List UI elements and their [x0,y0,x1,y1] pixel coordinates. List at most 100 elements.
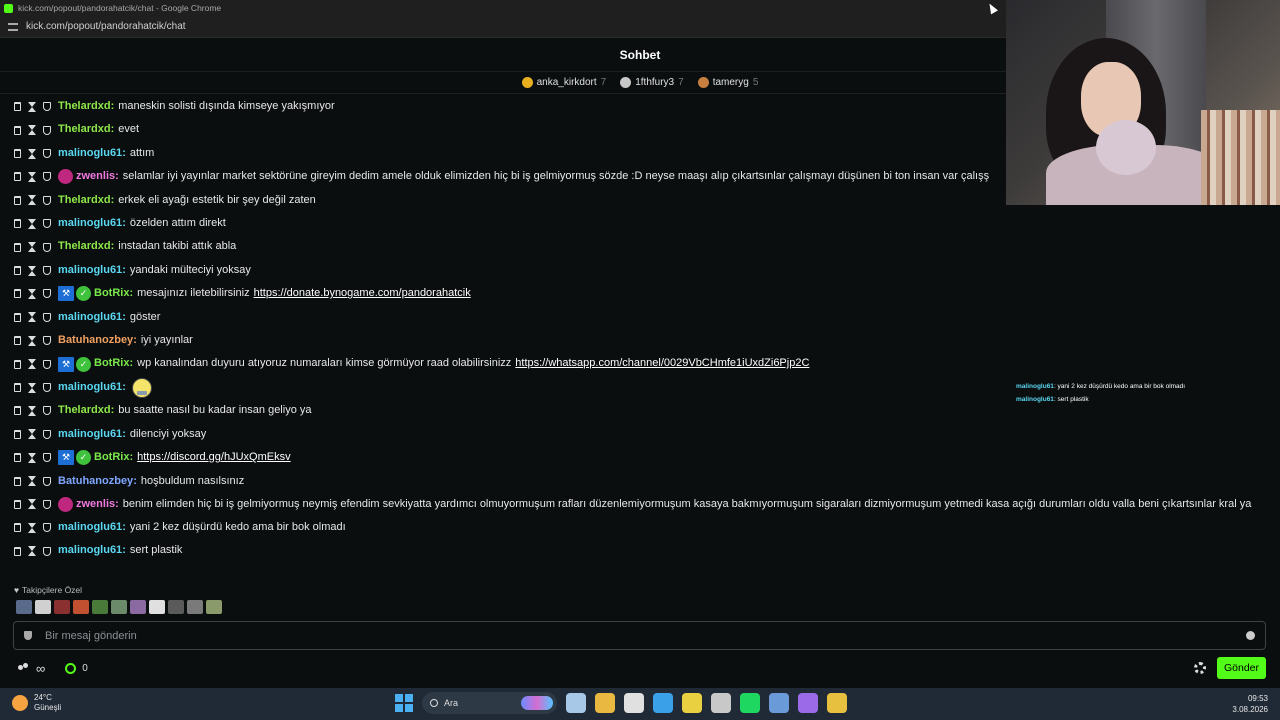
ban-icon[interactable] [43,406,51,416]
chat-username[interactable]: Thelardxd [58,399,111,422]
ban-icon[interactable] [43,219,51,229]
chat-message[interactable]: Thelardxd: instadan takibi attık abla [14,235,1264,258]
emote-icon[interactable] [168,600,184,614]
timeout-icon[interactable] [28,499,36,509]
delete-icon[interactable] [14,499,21,509]
delete-icon[interactable] [14,289,21,299]
chat-username[interactable]: malinoglu61 [58,142,122,165]
leaderboard-item[interactable]: anka_kirkdort 7 [521,77,606,88]
discord-icon[interactable] [827,693,847,713]
chat-message[interactable]: malinoglu61: özelden attım direkt [14,212,1264,235]
delete-icon[interactable] [14,476,21,486]
delete-icon[interactable] [14,523,21,533]
chat-message[interactable]: malinoglu61: yandaki mülteciyi yoksay [14,259,1264,282]
emote-icon[interactable] [111,600,127,614]
emote-icon[interactable] [187,600,203,614]
ban-icon[interactable] [43,453,51,463]
address-bar[interactable]: kick.com/popout/pandorahatcik/chat [0,16,1006,38]
delete-icon[interactable] [14,102,21,112]
delete-icon[interactable] [14,336,21,346]
timeout-icon[interactable] [28,335,36,346]
chat-username[interactable]: malinoglu61 [58,516,122,539]
spotify-icon[interactable] [769,693,789,713]
delete-icon[interactable] [14,429,21,439]
leaderboard-item[interactable]: tameryg 5 [697,77,758,88]
chat-username[interactable]: malinoglu61 [58,212,122,235]
timeout-icon[interactable] [28,405,36,416]
chat-message[interactable]: malinoglu61: sert plastik [14,539,1264,562]
timeout-icon[interactable] [28,359,36,370]
chat-username[interactable]: Thelardxd [58,95,111,118]
ban-icon[interactable] [43,476,51,486]
chat-username[interactable]: Thelardxd [58,235,111,258]
url-text[interactable]: kick.com/popout/pandorahatcik/chat [26,21,186,32]
chat-message[interactable]: ⚒ ✓ BotRix: https://discord.gg/hJUxQmEksv [14,446,1264,469]
chat-username[interactable]: BotRix [94,446,129,469]
timeout-icon[interactable] [28,476,36,487]
chat-message-link[interactable]: https://discord.gg/hJUxQmEksv [137,446,290,469]
chat-message[interactable]: malinoglu61: yani 2 kez düşürdü kedo ama … [14,516,1264,539]
chat-message-link[interactable]: https://whatsapp.com/channel/0029VbCHmfe… [515,352,809,375]
channel-points-icon[interactable] [65,662,77,674]
settings-app-icon[interactable] [740,693,760,713]
timeout-icon[interactable] [28,148,36,159]
delete-icon[interactable] [14,149,21,159]
infinity-icon[interactable]: ∞ [36,661,45,676]
message-input[interactable] [45,629,1246,642]
ban-icon[interactable] [43,499,51,509]
delete-icon[interactable] [14,219,21,229]
chat-message[interactable]: ⚒ ✓ BotRix: wp kanalından duyuru atıyoruz n… [14,352,1264,375]
chat-message[interactable]: zwenlis: benim elimden hiç bi iş gelmiyor… [14,493,1264,516]
store-icon[interactable] [624,693,644,713]
windows-start-icon[interactable] [395,694,413,712]
delete-icon[interactable] [14,172,21,182]
timeout-icon[interactable] [28,265,36,276]
timeout-icon[interactable] [28,242,36,253]
timeout-icon[interactable] [28,125,36,136]
leaderboard-item[interactable]: 1fthfury3 7 [620,77,684,88]
ban-icon[interactable] [43,359,51,369]
users-icon[interactable] [18,663,30,673]
delete-icon[interactable] [14,406,21,416]
chatgpt-icon[interactable] [653,693,673,713]
timeout-icon[interactable] [28,452,36,463]
ban-icon[interactable] [43,172,51,182]
timeout-icon[interactable] [28,429,36,440]
chat-message[interactable]: Batuhanozbey: iyi yayınlar [14,329,1264,352]
ban-icon[interactable] [43,102,51,112]
gear-icon[interactable] [1194,662,1206,674]
send-button[interactable]: Gönder [1217,657,1266,679]
chat-username[interactable]: Thelardxd [58,118,111,141]
delete-icon[interactable] [14,266,21,276]
chat-username[interactable]: BotRix [94,282,129,305]
chat-message[interactable]: ⚒ ✓ BotRix: mesajınızı iletebilirsiniz https… [14,282,1264,305]
timeout-icon[interactable] [28,218,36,229]
chat-username[interactable]: malinoglu61 [58,259,122,282]
chat-message[interactable]: Batuhanozbey: hoşbuldum nasılsınız [14,470,1264,493]
timeout-icon[interactable] [28,522,36,533]
emoji-picker-icon[interactable] [1246,631,1255,640]
timeout-icon[interactable] [28,288,36,299]
emote-icon[interactable] [16,600,32,614]
explorer-icon[interactable] [595,693,615,713]
delete-icon[interactable] [14,546,21,556]
timeout-icon[interactable] [28,101,36,112]
emote-icon[interactable] [149,600,165,614]
timeout-icon[interactable] [28,546,36,557]
chat-message[interactable]: malinoglu61: göster [14,306,1264,329]
chat-username[interactable]: malinoglu61 [58,423,122,446]
timeout-icon[interactable] [28,195,36,206]
delete-icon[interactable] [14,312,21,322]
chrome-icon[interactable] [711,693,731,713]
chat-username[interactable]: BotRix [94,352,129,375]
ban-icon[interactable] [43,383,51,393]
ban-icon[interactable] [43,195,51,205]
chat-username[interactable]: Batuhanozbey [58,329,133,352]
chat-username[interactable]: malinoglu61 [58,376,122,399]
app-icon[interactable] [798,693,818,713]
ban-icon[interactable] [43,125,51,135]
photos-app-icon[interactable] [566,693,586,713]
chat-username[interactable]: zwenlis [76,498,115,510]
delete-icon[interactable] [14,242,21,252]
delete-icon[interactable] [14,453,21,463]
